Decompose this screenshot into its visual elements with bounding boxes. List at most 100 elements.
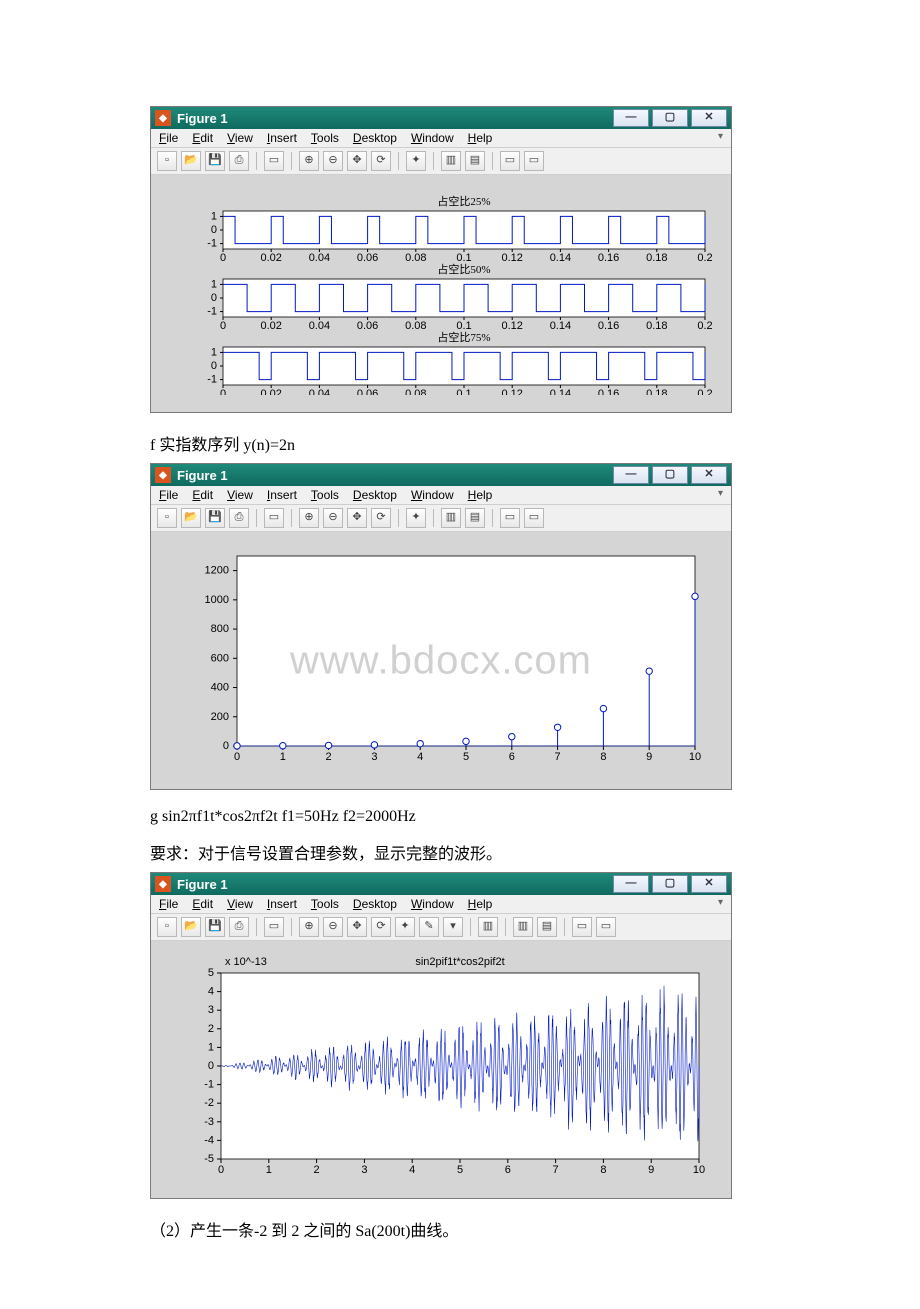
menu-insert[interactable]: Insert <box>267 897 297 911</box>
menu-help[interactable]: Help <box>468 131 493 145</box>
pointer-icon[interactable]: ▭ <box>264 508 284 528</box>
svg-text:-5: -5 <box>204 1153 214 1165</box>
zoom-in-icon[interactable]: ⊕ <box>299 151 319 171</box>
menubar: File Edit View Insert Tools Desktop Wind… <box>151 129 731 148</box>
colorbar-icon[interactable]: ▤ <box>465 151 485 171</box>
print-icon[interactable]: ⎙ <box>229 917 249 937</box>
maximize-button[interactable]: ▢ <box>652 109 688 127</box>
legend-icon[interactable]: ▭ <box>524 151 544 171</box>
pan-icon[interactable]: ✥ <box>347 917 367 937</box>
open-icon[interactable]: 📂 <box>181 151 201 171</box>
menu-window[interactable]: Window <box>411 897 454 911</box>
close-button[interactable]: ✕ <box>691 109 727 127</box>
pointer-icon[interactable]: ▭ <box>264 151 284 171</box>
zoom-out-icon[interactable]: ⊖ <box>323 151 343 171</box>
toolbar: ▫ 📂 💾 ⎙ ▭ ⊕ ⊖ ✥ ⟳ ✦ ▥ ▤ ▭ ▭ <box>151 148 731 175</box>
pan-icon[interactable]: ✥ <box>347 508 367 528</box>
menu-tools[interactable]: Tools <box>311 897 339 911</box>
misc-icon[interactable]: ▾ <box>443 917 463 937</box>
pointer-icon[interactable]: ▭ <box>264 917 284 937</box>
box-icon[interactable]: ▭ <box>572 917 592 937</box>
minimize-button[interactable]: — <box>613 466 649 484</box>
zoom-in-icon[interactable]: ⊕ <box>299 508 319 528</box>
colorbar-icon[interactable]: ▥ <box>513 917 533 937</box>
new-icon[interactable]: ▫ <box>157 151 177 171</box>
menu-tools[interactable]: Tools <box>311 488 339 502</box>
menu-insert[interactable]: Insert <box>267 131 297 145</box>
link-icon[interactable]: ▥ <box>441 508 461 528</box>
zoom-in-icon[interactable]: ⊕ <box>299 917 319 937</box>
menu-view[interactable]: View <box>227 488 253 502</box>
square-wave-subplots: 占空比25%-10100.020.040.060.080.10.120.140.… <box>167 185 715 395</box>
save-icon[interactable]: 💾 <box>205 508 225 528</box>
save-icon[interactable]: 💾 <box>205 917 225 937</box>
svg-text:0.14: 0.14 <box>550 252 571 264</box>
menu-file[interactable]: File <box>159 131 178 145</box>
menu-help[interactable]: Help <box>468 488 493 502</box>
legend-icon[interactable]: ▭ <box>524 508 544 528</box>
menu-desktop[interactable]: Desktop <box>353 488 397 502</box>
svg-text:0: 0 <box>220 388 226 395</box>
brush-icon[interactable]: ✎ <box>419 917 439 937</box>
svg-text:0.2: 0.2 <box>697 252 712 264</box>
menu-edit[interactable]: Edit <box>192 131 213 145</box>
new-icon[interactable]: ▫ <box>157 917 177 937</box>
toolbar: ▫ 📂 💾 ⎙ ▭ ⊕ ⊖ ✥ ⟳ ✦ ✎ ▾ ▥ ▥ ▤ ▭ ▭ <box>151 914 731 941</box>
menu-window[interactable]: Window <box>411 131 454 145</box>
svg-text:1200: 1200 <box>205 565 229 577</box>
menu-edit[interactable]: Edit <box>192 897 213 911</box>
svg-text:800: 800 <box>211 623 229 635</box>
pan-icon[interactable]: ✥ <box>347 151 367 171</box>
svg-text:0.04: 0.04 <box>309 252 330 264</box>
brush-icon[interactable]: ▭ <box>500 508 520 528</box>
print-icon[interactable]: ⎙ <box>229 151 249 171</box>
close-button[interactable]: ✕ <box>691 466 727 484</box>
svg-text:1: 1 <box>211 346 217 358</box>
svg-text:0: 0 <box>218 1164 224 1176</box>
menu-desktop[interactable]: Desktop <box>353 131 397 145</box>
brush-icon[interactable]: ▭ <box>500 151 520 171</box>
menu-file[interactable]: File <box>159 488 178 502</box>
rotate-icon[interactable]: ⟳ <box>371 917 391 937</box>
maximize-button[interactable]: ▢ <box>652 466 688 484</box>
menu-view[interactable]: View <box>227 131 253 145</box>
svg-text:0.2: 0.2 <box>697 320 712 332</box>
svg-text:0: 0 <box>220 252 226 264</box>
zoom-out-icon[interactable]: ⊖ <box>323 917 343 937</box>
open-icon[interactable]: 📂 <box>181 508 201 528</box>
menu-window[interactable]: Window <box>411 488 454 502</box>
svg-text:-1: -1 <box>207 238 217 250</box>
svg-text:0.04: 0.04 <box>309 320 330 332</box>
close-button[interactable]: ✕ <box>691 875 727 893</box>
menubar-chevron-icon: ▾ <box>718 131 723 145</box>
print-icon[interactable]: ⎙ <box>229 508 249 528</box>
titlebar: ◆ Figure 1 — ▢ ✕ <box>151 464 731 486</box>
zoom-out-icon[interactable]: ⊖ <box>323 508 343 528</box>
menu-insert[interactable]: Insert <box>267 488 297 502</box>
svg-text:x 10^-13: x 10^-13 <box>225 956 267 968</box>
data-cursor-icon[interactable]: ✦ <box>395 917 415 937</box>
minimize-button[interactable]: — <box>613 875 649 893</box>
link-icon[interactable]: ▥ <box>478 917 498 937</box>
svg-text:0.1: 0.1 <box>456 320 471 332</box>
svg-text:0.1: 0.1 <box>456 388 471 395</box>
rotate-icon[interactable]: ⟳ <box>371 151 391 171</box>
menu-edit[interactable]: Edit <box>192 488 213 502</box>
new-icon[interactable]: ▫ <box>157 508 177 528</box>
data-cursor-icon[interactable]: ✦ <box>406 151 426 171</box>
rotate-icon[interactable]: ⟳ <box>371 508 391 528</box>
legend-icon[interactable]: ▤ <box>537 917 557 937</box>
open-icon[interactable]: 📂 <box>181 917 201 937</box>
box2-icon[interactable]: ▭ <box>596 917 616 937</box>
menu-help[interactable]: Help <box>468 897 493 911</box>
maximize-button[interactable]: ▢ <box>652 875 688 893</box>
link-icon[interactable]: ▥ <box>441 151 461 171</box>
save-icon[interactable]: 💾 <box>205 151 225 171</box>
menu-desktop[interactable]: Desktop <box>353 897 397 911</box>
data-cursor-icon[interactable]: ✦ <box>406 508 426 528</box>
minimize-button[interactable]: — <box>613 109 649 127</box>
menu-view[interactable]: View <box>227 897 253 911</box>
menu-tools[interactable]: Tools <box>311 131 339 145</box>
colorbar-icon[interactable]: ▤ <box>465 508 485 528</box>
menu-file[interactable]: File <box>159 897 178 911</box>
